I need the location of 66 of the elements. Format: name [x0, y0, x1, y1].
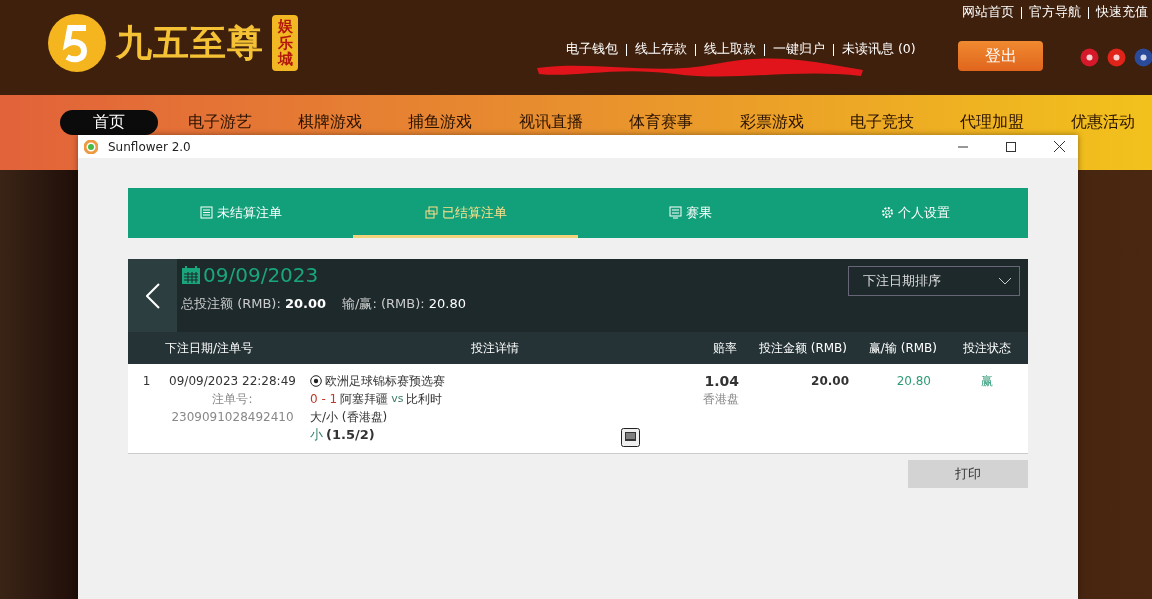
handicap-line: (1.5/2) — [326, 426, 375, 444]
nav-item[interactable]: 电子游艺 — [170, 110, 269, 135]
logo-badge: 娱乐城 — [272, 15, 298, 71]
nav-item[interactable]: 棋牌游戏 — [280, 110, 380, 135]
win-amount: 20.80 — [896, 373, 931, 390]
column-header: 投注金额 (RMB) — [757, 339, 848, 357]
app-icon — [84, 139, 98, 154]
total-bet-text: 总投注额 (RMB): 20.00 — [181, 295, 327, 313]
flag-icon[interactable] — [1134, 48, 1152, 67]
back-button[interactable] — [128, 259, 177, 332]
nav-item[interactable]: 彩票游戏 — [722, 110, 821, 135]
nav-item[interactable]: 体育赛事 — [612, 110, 711, 135]
logo-icon — [46, 12, 108, 74]
window-title: Sunflower 2.0 — [108, 139, 192, 154]
column-header: 赔率 — [712, 339, 738, 357]
nav-item[interactable]: 优惠活动 — [1053, 110, 1152, 135]
logo-text: 九五至尊 — [116, 19, 264, 65]
chevron-icon — [999, 277, 1011, 285]
nav-item[interactable]: 电子竞技 — [832, 110, 932, 135]
home-team: 阿塞拜疆 — [340, 391, 389, 408]
scoreboard-icon[interactable] — [621, 428, 640, 447]
row-index: 1 — [141, 373, 152, 390]
nav-item[interactable]: 首页 — [60, 110, 159, 135]
account-link[interactable]: 未读讯息 (0) — [842, 41, 916, 58]
coins-icon — [424, 206, 438, 219]
column-header: 投注详情 — [470, 339, 520, 357]
win-loss-text: 输/赢: (RMB): 20.80 — [342, 295, 467, 313]
bet-market: 大/小 (香港盘) — [310, 409, 389, 426]
chevron-left-icon — [145, 282, 160, 309]
sort-dropdown[interactable]: 下注日期排序 — [848, 266, 1020, 296]
away-team: 比利时 — [406, 391, 443, 408]
odds-type: 香港盘 — [703, 391, 739, 408]
calendar-icon — [181, 265, 201, 285]
match-score: 0 - 1 — [310, 391, 338, 408]
flag-icon[interactable] — [1107, 48, 1126, 67]
account-link[interactable]: 一键归户 — [773, 41, 825, 58]
maximize-icon — [1006, 141, 1016, 152]
settings-icon — [881, 206, 894, 219]
board-icon — [669, 206, 682, 219]
soccer-ball-icon — [310, 375, 322, 387]
account-link[interactable]: 线上取款 — [704, 41, 756, 58]
top-link[interactable]: 快速充值 — [1096, 4, 1148, 21]
account-link[interactable]: 线上存款 — [635, 41, 687, 58]
nav-item[interactable]: 视讯直播 — [501, 110, 601, 135]
versus-text: vs — [391, 391, 404, 407]
date-heading: 09/09/2023 — [203, 263, 319, 287]
bet-status: 赢 — [980, 373, 993, 390]
list-icon — [199, 206, 213, 219]
column-header: 投注状态 — [961, 339, 1012, 357]
bet-datetime: 09/09/2023 22:28:49 — [169, 373, 296, 390]
flag-icon[interactable] — [1080, 48, 1099, 67]
order-label: 注单号: — [212, 391, 253, 408]
nav-item[interactable]: 代理加盟 — [943, 110, 1042, 135]
top-link[interactable]: 网站首页 — [962, 4, 1014, 21]
column-header: 赢/输 (RMB) — [867, 339, 938, 357]
bet-pick: 小 — [310, 426, 323, 444]
order-number: 2309091028492410 — [171, 409, 294, 426]
top-link[interactable]: 官方导航 — [1029, 4, 1081, 21]
nav-item[interactable]: 捕鱼游戏 — [391, 110, 490, 135]
print-button[interactable]: 打印 — [908, 460, 1028, 488]
column-header: 下注日期/注单号 — [165, 339, 255, 357]
stake-amount: 20.00 — [811, 373, 849, 390]
league-name: 欧洲足球锦标赛预选赛 — [325, 373, 445, 390]
odds-value: 1.04 — [704, 372, 739, 390]
close-icon — [1053, 141, 1065, 152]
account-link[interactable]: 电子钱包 — [566, 41, 618, 58]
